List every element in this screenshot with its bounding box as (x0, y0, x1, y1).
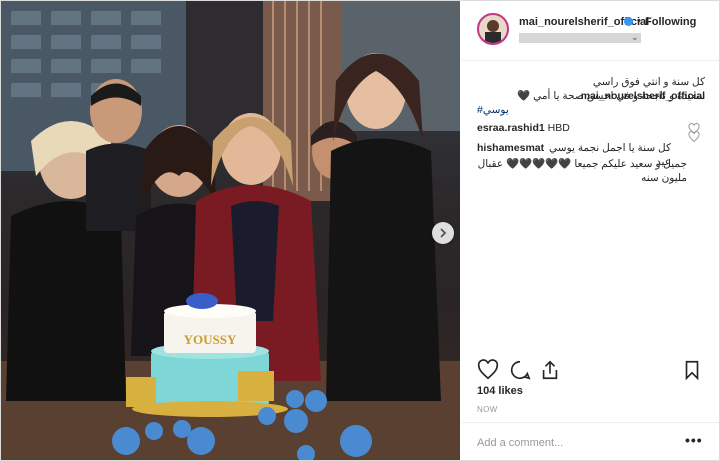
carousel-next-button[interactable] (432, 222, 454, 244)
comment-line-2: جميل و سعيد عليكم جميعا 🖤🖤🖤🖤🖤 عقبال مليو… (477, 158, 687, 184)
comment-item: esraa.rashid1 HBD (477, 121, 705, 135)
header-separator: • (637, 15, 641, 27)
comment-list: كل سنة و انتي فوق راسي mai_nourelsherif_… (461, 61, 719, 351)
more-options-button[interactable]: ••• (685, 432, 703, 448)
bookmark-icon[interactable] (681, 359, 703, 381)
comment-text: HBD (547, 122, 570, 134)
following-button[interactable]: Following (645, 16, 696, 28)
photo-illustration: YOUSSY (1, 1, 460, 460)
add-comment-input[interactable] (477, 435, 667, 451)
heart-icon[interactable] (688, 131, 700, 143)
likes-count[interactable]: 104 likes (477, 385, 523, 397)
cake-text: YOUSSY (184, 332, 237, 347)
share-icon[interactable] (539, 359, 561, 381)
caption-line-2: سعيدة و ناجحة و في احسن صحة يا أمي 🖤 (517, 90, 705, 102)
comment-username[interactable]: hishamesmat (477, 142, 544, 154)
chevron-right-icon (440, 228, 447, 238)
post-time: NOW (477, 405, 498, 414)
caption-hashtag-row: #يوسي (477, 103, 705, 117)
caption-hashtag[interactable]: #يوسي (477, 104, 509, 116)
comment-username[interactable]: esraa.rashid1 (477, 122, 545, 134)
post-header: mai_nourelsherif_official • Following ⌄ (461, 1, 719, 61)
post-frame: YOUSSY mai_nourelsherif_official • Follo… (0, 0, 720, 461)
chevron-down-icon: ⌄ (631, 32, 639, 42)
comment-icon[interactable] (509, 359, 531, 381)
verified-icon (624, 17, 633, 26)
heart-icon[interactable] (477, 359, 499, 381)
post-photo[interactable]: YOUSSY (1, 1, 460, 460)
add-comment-bar: ••• (461, 422, 719, 461)
post-side-panel: mai_nourelsherif_official • Following ⌄ … (461, 1, 719, 460)
caption-line1-text: كل سنة و انتي فوق راسي (592, 76, 705, 88)
avatar[interactable] (477, 13, 509, 45)
location-redacted (519, 33, 641, 43)
